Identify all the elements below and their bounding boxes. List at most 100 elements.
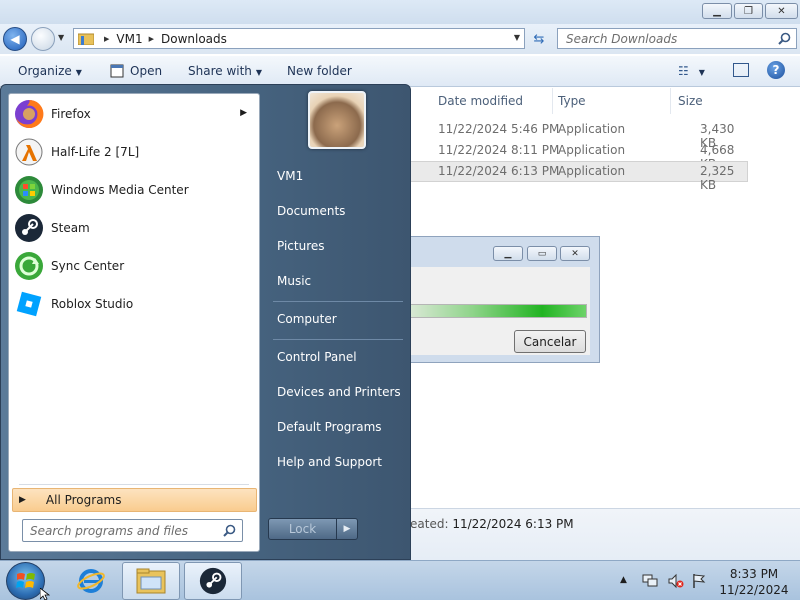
search-box[interactable]: Search Downloads [557,28,797,49]
view-list-icon: ☷ [678,64,689,78]
taskbar: ▲ 8:33 PM 11/22/2024 [0,560,800,600]
start-link-user[interactable]: VM1 [277,169,303,183]
address-dropdown-icon[interactable]: ▼ [514,33,520,42]
file-row[interactable]: 11/22/2024 8:11 PM Application 4,668 KB [410,140,748,171]
start-item-steam[interactable]: Steam [13,210,257,246]
start-menu-divider [273,301,403,302]
search-icon[interactable] [778,32,791,45]
start-search-input[interactable]: Search programs and files [30,524,188,538]
start-link-help-and-support[interactable]: Help and Support [277,455,382,469]
recent-pages-dropdown[interactable]: ▼ [58,33,64,42]
close-icon: ✕ [571,248,579,259]
new-folder-button[interactable]: New folder [287,64,352,78]
start-menu-divider [273,339,403,340]
firefox-icon [13,98,45,130]
chevron-down-icon: ▼ [698,68,705,77]
steam-icon [13,212,45,244]
start-item-half-life-2[interactable]: Half-Life 2 [7L] [13,134,257,170]
preview-pane-button[interactable] [733,63,749,77]
file-row-selected[interactable]: 11/22/2024 6:13 PM Application 2,325 KB [410,161,748,192]
start-link-pictures[interactable]: Pictures [277,239,325,253]
internet-explorer-icon [77,569,105,593]
start-menu-divider [19,484,249,485]
search-input[interactable]: Search Downloads [566,32,677,46]
new-folder-label: New folder [287,64,352,78]
details-label: eated: [410,517,449,531]
taskbar-steam[interactable] [184,562,242,600]
window-titlebar[interactable]: ▁ ❐ ✕ [0,0,800,24]
clock-date: 11/22/2024 [719,583,789,597]
organize-label: Organize [18,64,72,78]
chevron-down-icon: ▼ [75,68,82,77]
breadcrumb-separator[interactable]: ▶ [149,35,154,43]
breadcrumb-vm1[interactable]: VM1 [116,32,142,46]
clock[interactable]: 8:33 PM 11/22/2024 [718,566,790,598]
dialog-maximize-button[interactable]: ▭ [527,246,557,261]
open-button[interactable]: Open [110,64,162,78]
arrow-right-icon: ▶ [343,524,351,534]
cancel-button[interactable]: Cancelar [514,330,586,353]
search-icon[interactable] [223,524,236,537]
user-picture[interactable] [308,91,366,149]
start-search-box[interactable]: Search programs and files [22,519,243,542]
share-with-menu[interactable]: Share with ▼ [188,64,262,78]
start-link-control-panel[interactable]: Control Panel [277,350,357,364]
steam-icon [199,567,227,595]
windows-logo-icon [15,573,35,588]
chevron-down-icon: ▼ [255,68,263,77]
lock-button[interactable]: Lock [268,518,337,540]
file-size: 2,325 KB [700,164,735,192]
dialog-close-button[interactable]: ✕ [560,246,590,261]
file-date: 11/22/2024 5:46 PM [438,122,560,136]
organize-menu[interactable]: Organize ▼ [18,64,82,78]
all-programs-button[interactable]: ▶ All Programs [12,488,257,512]
progress-dialog: ▁ ▭ ✕ Cancelar [410,236,600,363]
program-label: Roblox Studio [51,297,134,311]
taskbar-internet-explorer[interactable] [62,562,120,600]
show-hidden-icons-button[interactable]: ▲ [620,575,627,585]
file-type: Application [558,122,626,136]
address-bar[interactable]: ▶ VM1 ▶ Downloads ▼ [73,28,525,49]
column-divider[interactable] [670,88,671,114]
maximize-icon: ▭ [537,248,547,259]
file-row[interactable]: 11/22/2024 5:46 PM Application 3,430 KB [410,119,748,150]
back-button[interactable]: ◀ [3,27,27,51]
breadcrumb-downloads[interactable]: Downloads [161,32,227,46]
minimize-button[interactable]: ▁ [702,3,732,19]
dialog-minimize-button[interactable]: ▁ [493,246,523,261]
start-item-firefox[interactable]: Firefox ▶ [13,96,257,132]
start-item-windows-media-center[interactable]: Windows Media Center [13,172,257,208]
submenu-arrow-icon[interactable]: ▶ [240,108,247,118]
volume-muted-icon[interactable] [668,573,684,589]
start-link-devices-and-printers[interactable]: Devices and Printers [277,385,401,399]
action-center-flag-icon[interactable] [692,573,706,589]
column-header-size[interactable]: Size [678,94,703,108]
folder-icon [78,33,94,45]
change-view-button[interactable]: ☷ ▼ [678,64,705,78]
start-item-sync-center[interactable]: Sync Center [13,248,257,284]
column-header-type[interactable]: Type [558,94,586,108]
arrow-right-icon: ▶ [19,495,26,505]
shutdown-options-button[interactable]: ▶ [336,518,358,540]
close-button[interactable]: ✕ [765,3,798,19]
start-link-computer[interactable]: Computer [277,312,337,326]
mouse-cursor-icon [40,588,50,600]
file-date: 11/22/2024 8:11 PM [438,143,560,157]
start-link-default-programs[interactable]: Default Programs [277,420,382,434]
start-item-roblox-studio[interactable]: Roblox Studio [13,286,257,322]
minimize-icon: ▁ [713,5,721,17]
refresh-button[interactable]: ⇆ [527,29,551,49]
column-header-date-modified[interactable]: Date modified [438,94,523,108]
breadcrumb-separator[interactable]: ▶ [104,35,109,43]
taskbar-file-explorer[interactable] [122,562,180,600]
restore-button[interactable]: ❐ [734,3,763,19]
help-button[interactable]: ? [767,61,785,79]
network-icon[interactable] [642,573,658,589]
column-divider[interactable] [552,88,553,114]
open-app-icon [110,64,124,78]
program-label: Firefox [51,107,91,121]
start-link-documents[interactable]: Documents [277,204,345,218]
start-menu: Firefox ▶ Half-Life 2 [7L] Windows Media… [0,84,411,560]
forward-button[interactable] [31,27,55,51]
start-link-music[interactable]: Music [277,274,311,288]
